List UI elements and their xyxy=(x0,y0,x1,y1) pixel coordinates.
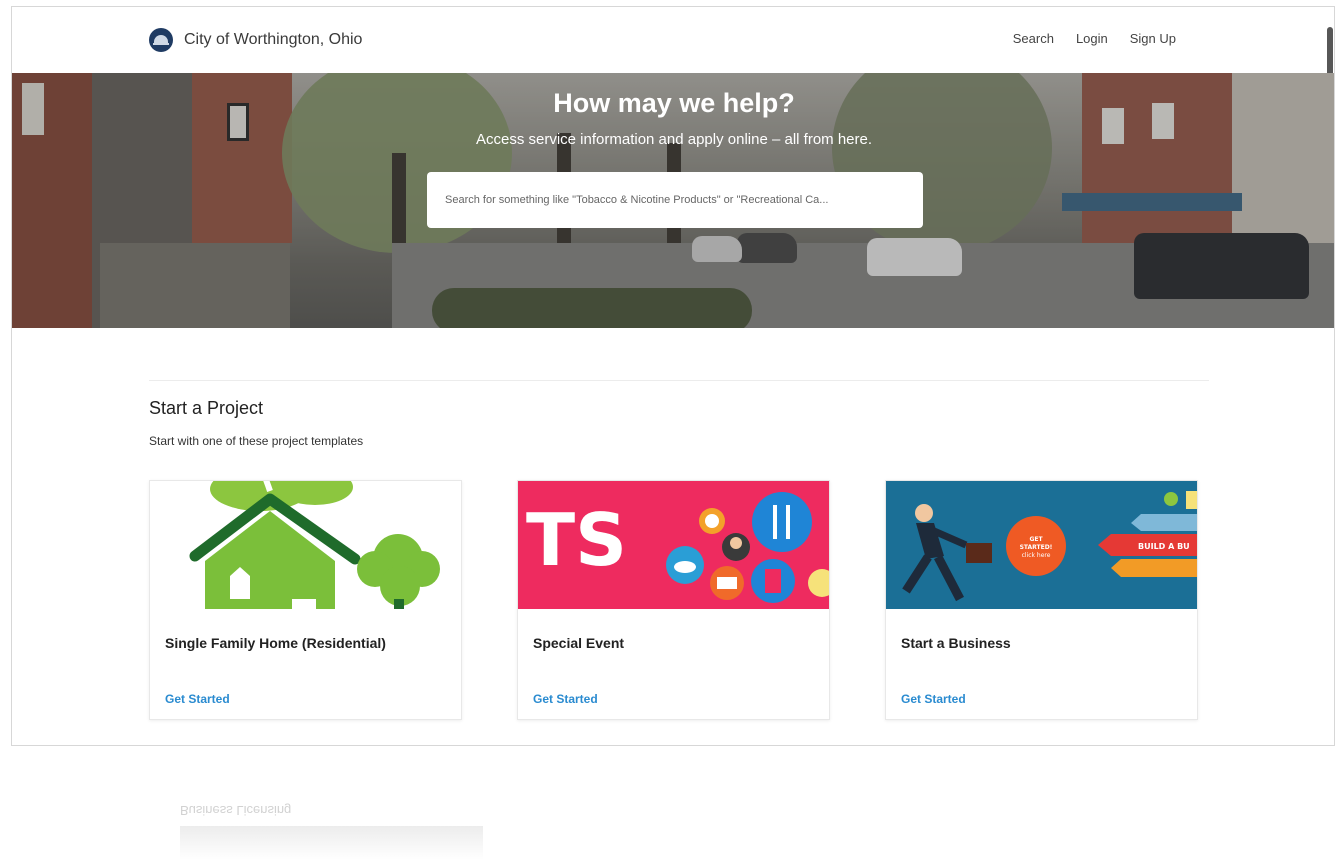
get-started-link[interactable]: Get Started xyxy=(901,692,966,706)
city-seal-icon xyxy=(149,28,173,52)
project-card-special-event[interactable]: TS Special Event Get Started xyxy=(517,480,830,720)
section-title: Start a Project xyxy=(149,398,264,418)
get-started-badge-line-1: GET xyxy=(1029,536,1043,543)
browser-window: City of Worthington, Ohio Search Login S… xyxy=(11,6,1335,746)
reflected-label: Business Licensing xyxy=(180,803,292,818)
card-title: Start a Business xyxy=(901,635,1011,651)
event-image-text: TS xyxy=(526,498,627,582)
project-card-start-a-business[interactable]: GET STARTED! click here BUILD A BU Start… xyxy=(885,480,1198,720)
businessman-running-illustration: GET STARTED! click here BUILD A BU xyxy=(886,481,1197,609)
site-name: City of Worthington, Ohio xyxy=(184,31,363,48)
nav-signup-link[interactable]: Sign Up xyxy=(1130,31,1176,46)
section-divider xyxy=(149,380,1209,381)
reflected-card-image xyxy=(180,826,483,860)
hero-search-input[interactable]: Search for something like "Tobacco & Nic… xyxy=(427,172,923,228)
house-tree-illustration xyxy=(150,481,461,609)
section-subtitle: Start with one of these project template… xyxy=(149,434,364,448)
get-started-badge-line-2: STARTED! xyxy=(1020,544,1053,551)
card-title: Special Event xyxy=(533,635,625,651)
hero-title: How may we help? xyxy=(553,88,795,118)
header-nav: Search Login Sign Up xyxy=(1013,31,1176,46)
hero-banner: How may we help? Access service informat… xyxy=(12,73,1334,328)
top-navbar: City of Worthington, Ohio Search Login S… xyxy=(12,7,1334,207)
build-a-business-banner-text: BUILD A BU xyxy=(1138,542,1190,551)
hero-subtitle: Access service information and apply onl… xyxy=(475,131,873,148)
nav-search-link[interactable]: Search xyxy=(1013,31,1054,46)
get-started-badge-line-3: click here xyxy=(1022,552,1051,559)
get-started-link[interactable]: Get Started xyxy=(533,692,598,706)
event-icons-illustration: TS xyxy=(518,481,829,609)
get-started-link[interactable]: Get Started xyxy=(165,692,230,706)
card-title: Single Family Home (Residential) xyxy=(165,635,386,651)
nav-login-link[interactable]: Login xyxy=(1076,31,1108,46)
site-brand[interactable]: City of Worthington, Ohio xyxy=(149,28,362,52)
project-card-single-family-home[interactable]: Single Family Home (Residential) Get Sta… xyxy=(149,480,462,720)
